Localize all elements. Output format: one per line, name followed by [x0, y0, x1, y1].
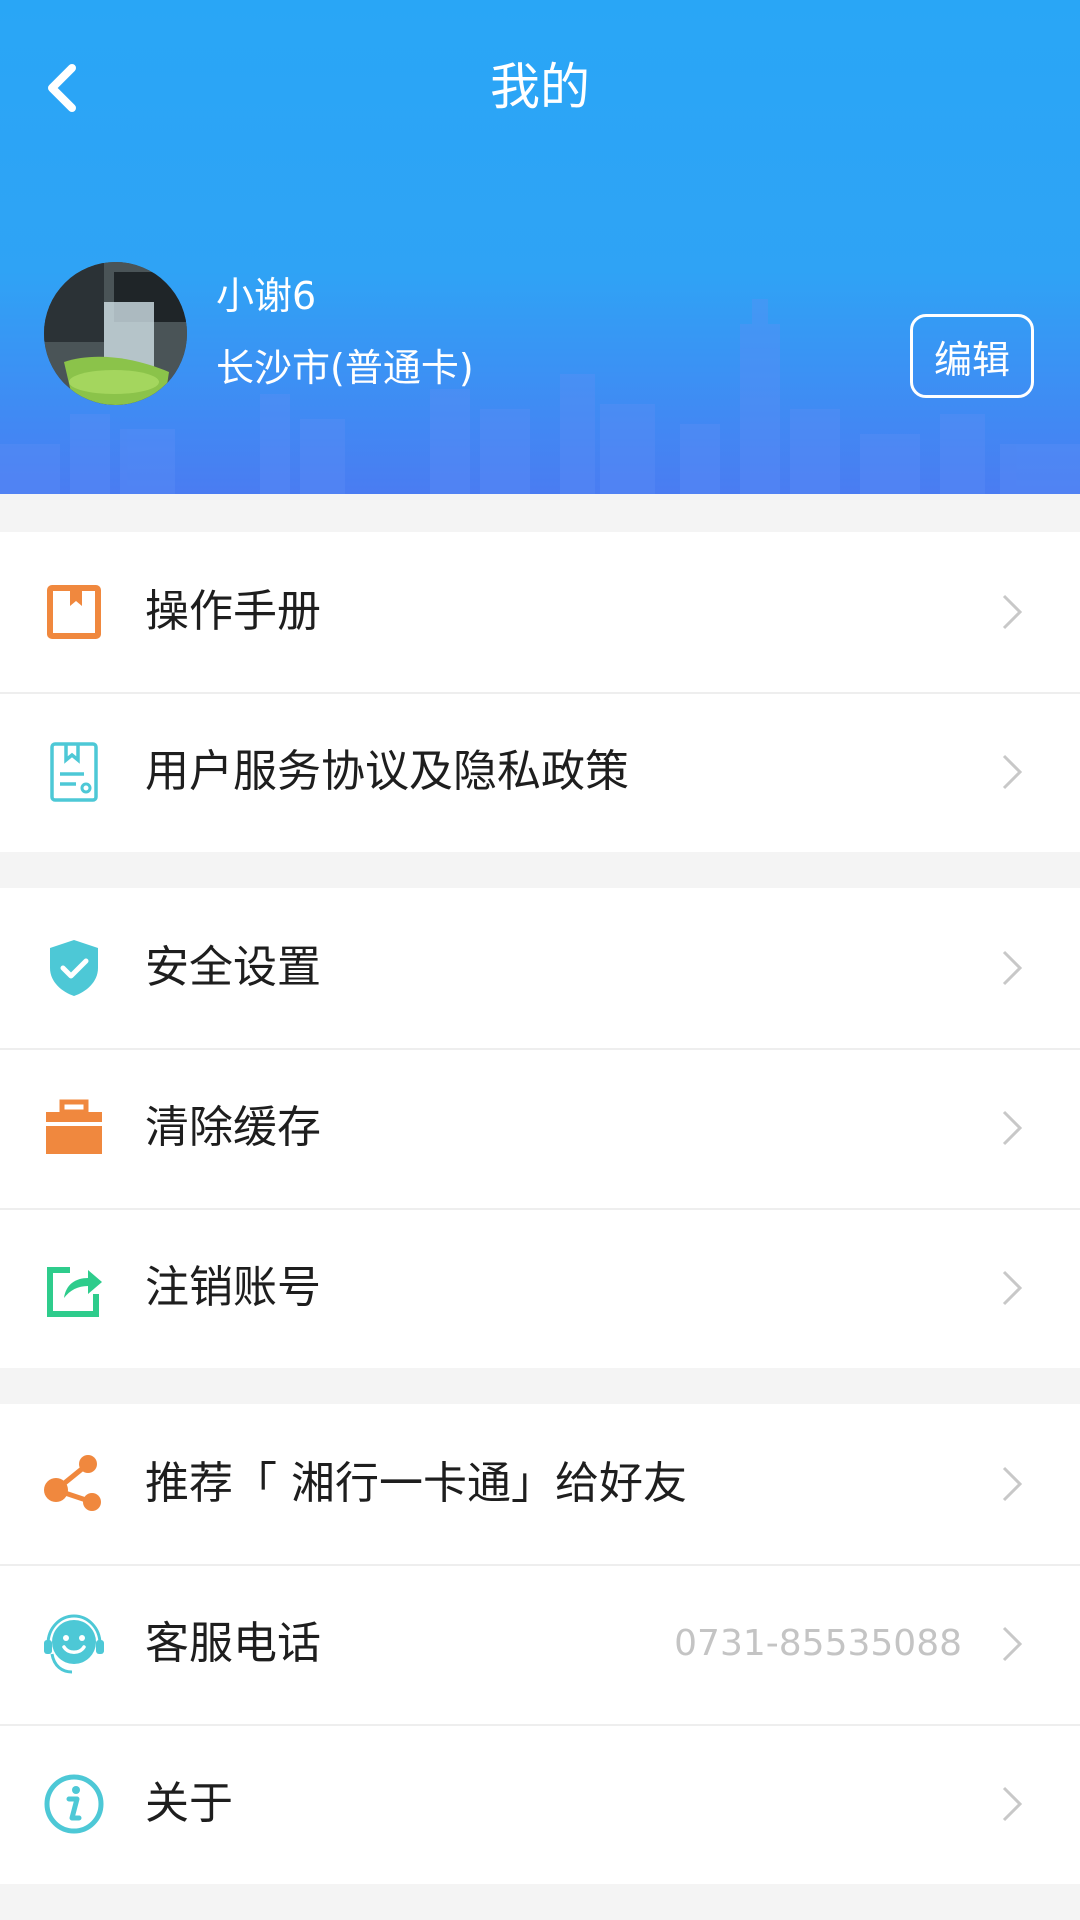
customer-service-phone[interactable]: 0731-85535088 [674, 1614, 962, 1674]
menu-section-help: 操作手册 用户服务协议及隐私政策 [0, 532, 1080, 852]
menu-item-cancel-account[interactable]: 注销账号 [0, 1208, 1080, 1368]
chevron-right-icon [1002, 754, 1023, 790]
menu-item-clear-cache[interactable]: 清除缓存 [0, 1048, 1080, 1208]
chevron-right-icon [1002, 1626, 1023, 1662]
menu-item-label: 清除缓存 [145, 1102, 321, 1153]
chevron-right-icon [1002, 1466, 1023, 1502]
info-icon [44, 1774, 104, 1834]
document-icon [50, 742, 98, 802]
avatar-photo [44, 262, 187, 405]
chevron-right-icon [1002, 594, 1023, 630]
shield-check-icon [50, 940, 98, 996]
menu-section-account: 安全设置 清除缓存 注销账号 [0, 888, 1080, 1368]
menu-item-agreement[interactable]: 用户服务协议及隐私政策 [0, 692, 1080, 852]
edit-profile-button[interactable]: 编辑 [910, 314, 1034, 398]
profile-header: 我的 小谢6 长沙市(普通卡) 编辑 [0, 0, 1080, 494]
chevron-right-icon [1002, 950, 1023, 986]
menu-item-security[interactable]: 安全设置 [0, 888, 1080, 1048]
menu-item-label: 客服电话 [145, 1618, 321, 1669]
avatar[interactable] [44, 262, 187, 405]
chevron-right-icon [1002, 1110, 1023, 1146]
support-agent-icon [44, 1614, 104, 1674]
chevron-right-icon [1002, 1786, 1023, 1822]
briefcase-icon [46, 1099, 102, 1154]
menu-item-label: 用户服务协议及隐私政策 [145, 746, 629, 797]
menu-item-label: 注销账号 [145, 1262, 321, 1313]
menu-item-about[interactable]: 关于 [0, 1724, 1080, 1884]
user-name: 小谢6 [216, 274, 317, 318]
menu-item-label: 安全设置 [145, 942, 321, 993]
share-nodes-icon [44, 1455, 101, 1511]
menu-item-recommend[interactable]: 推荐「 湘行一卡通」给好友 [0, 1404, 1080, 1564]
menu-section-more: 推荐「 湘行一卡通」给好友 客服电话 0731-85535088 关于 [0, 1404, 1080, 1884]
menu-item-manual[interactable]: 操作手册 [0, 532, 1080, 692]
book-icon [47, 585, 101, 639]
menu-item-label: 操作手册 [145, 586, 321, 637]
chevron-right-icon [1002, 1270, 1023, 1306]
user-city-card-type: 长沙市(普通卡) [216, 346, 474, 390]
menu-item-label: 推荐「 湘行一卡通」给好友 [145, 1458, 687, 1509]
page-title: 我的 [490, 58, 590, 116]
menu-item-label: 关于 [145, 1778, 233, 1829]
menu-item-customer-service[interactable]: 客服电话 0731-85535088 [0, 1564, 1080, 1724]
share-box-icon [47, 1267, 102, 1317]
